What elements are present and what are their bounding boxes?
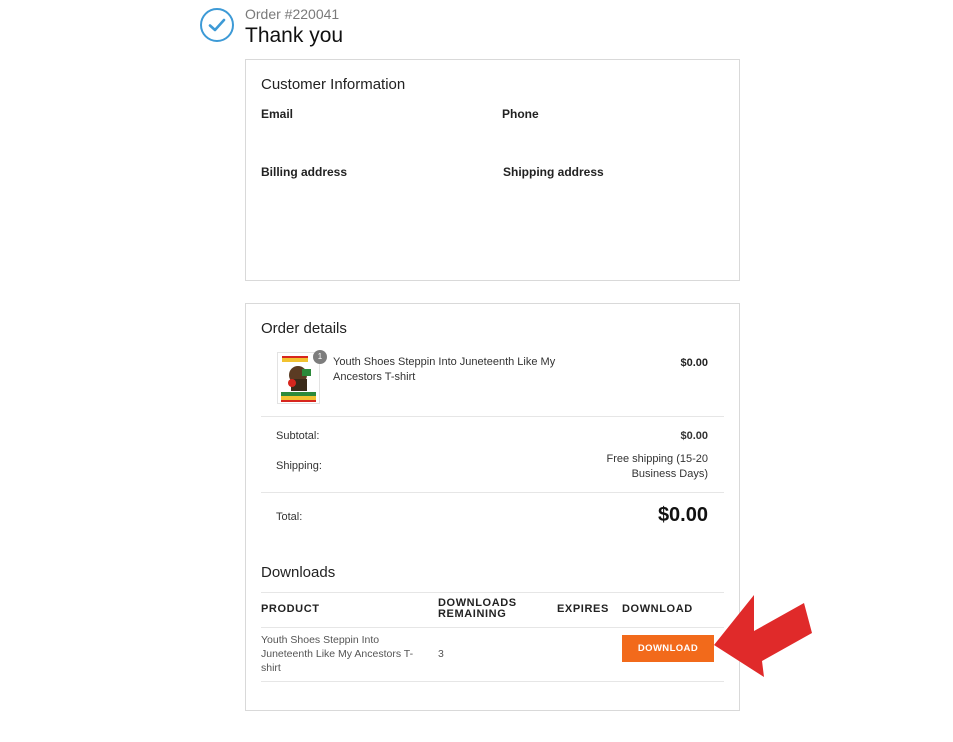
download-button[interactable]: DOWNLOAD (622, 635, 714, 662)
divider (261, 416, 724, 417)
downloads-column-remaining: DOWNLOADS REMAINING (438, 597, 517, 620)
billing-address-label: Billing address (261, 165, 348, 179)
downloads-column-expires: EXPIRES (557, 603, 609, 615)
total-value: $0.00 (657, 504, 708, 526)
downloads-column-product: PRODUCT (261, 603, 320, 615)
order-confirmed-check-icon (200, 8, 234, 42)
subtotal-label: Subtotal: (276, 430, 320, 442)
divider (261, 627, 724, 628)
phone-label: Phone (502, 107, 539, 121)
subtotal-value: $0.00 (680, 430, 708, 442)
download-product-link[interactable]: Youth Shoes Steppin Into Juneteenth Like… (261, 633, 423, 675)
shipping-address-label: Shipping address (503, 165, 604, 179)
shipping-label: Shipping: (276, 460, 322, 472)
customer-information-title: Customer Information (261, 76, 406, 93)
order-number: Order #220041 (245, 6, 340, 22)
divider (261, 592, 724, 593)
order-details-title: Order details (261, 320, 347, 337)
downloads-column-download: DOWNLOAD (622, 603, 693, 615)
page-title: Thank you (245, 24, 344, 47)
divider (261, 681, 724, 682)
product-name: Youth Shoes Steppin Into Juneteenth Like… (333, 356, 556, 383)
red-arrow-pointer-icon (714, 595, 812, 677)
downloads-title: Downloads (261, 564, 336, 581)
customer-information-card: Customer Information Email Phone Billing… (245, 59, 740, 281)
downloads-remaining-value: 3 (438, 648, 444, 660)
product-price: $0.00 (680, 357, 708, 369)
shipping-value: Free shipping (15-20 Business Days) (606, 453, 708, 480)
order-details-card: Order details 1 Youth Shoes Steppin Into… (245, 303, 740, 711)
divider (261, 492, 724, 493)
quantity-badge: 1 (313, 350, 327, 364)
email-label: Email (261, 107, 294, 121)
total-label: Total: (276, 511, 303, 523)
